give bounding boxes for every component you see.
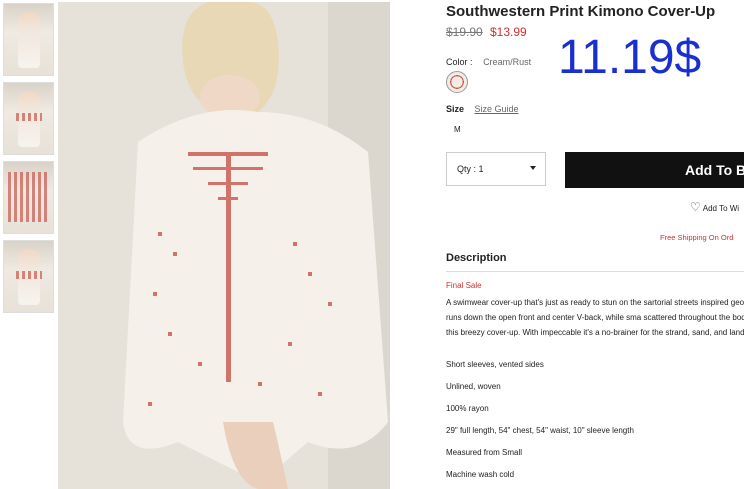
color-value: Cream/Rust <box>483 57 532 67</box>
detail-item: Measured from Small <box>446 448 523 457</box>
detail-item: 29" full length, 54" chest, 54" waist, 1… <box>446 426 634 435</box>
heart-icon: ♡ <box>690 200 701 214</box>
wishlist-link[interactable]: ♡ Add To Wi <box>690 200 739 214</box>
thumbnail-pattern <box>16 271 42 279</box>
chevron-down-icon <box>530 166 536 170</box>
description-paragraph: A swimwear cover-up that's just as ready… <box>446 298 744 337</box>
divider <box>446 271 744 272</box>
quantity-select[interactable]: Qty : 1 <box>446 152 546 186</box>
color-separator: : <box>470 57 473 67</box>
color-row: Color : Cream/Rust <box>446 57 531 67</box>
sale-price: $13.99 <box>490 25 527 39</box>
original-price: $19.90 <box>446 25 483 39</box>
wishlist-label: Add To Wi <box>702 204 740 213</box>
final-sale-label: Final Sale <box>446 281 482 290</box>
color-label: Color <box>446 57 468 67</box>
thumbnail-3[interactable] <box>3 161 54 234</box>
overlay-price-annotation: 11.19$ <box>558 31 702 84</box>
size-guide-link[interactable]: Size Guide <box>475 104 519 114</box>
thumbnail-4[interactable] <box>3 240 54 313</box>
thumbnail-2[interactable] <box>3 82 54 155</box>
quantity-label: Qty : 1 <box>457 164 484 174</box>
color-swatch[interactable] <box>446 71 468 93</box>
product-photo-illustration <box>58 2 390 489</box>
thumbnail-1[interactable] <box>3 3 54 76</box>
thumbnail-list <box>3 3 54 319</box>
size-option-m[interactable]: M <box>454 125 461 134</box>
thumbnail-pattern <box>8 172 48 222</box>
add-to-bag-button[interactable]: Add To B <box>565 152 744 188</box>
detail-item: Unlined, woven <box>446 382 501 391</box>
size-row: Size Size Guide <box>446 104 519 114</box>
main-product-image[interactable] <box>58 2 390 489</box>
thumbnail-pattern <box>16 113 42 121</box>
detail-item: Short sleeves, vented sides <box>446 360 544 369</box>
size-label: Size <box>446 104 465 114</box>
description-heading: Description <box>446 252 507 264</box>
thumbnail-figure <box>18 12 40 68</box>
detail-item: 100% rayon <box>446 404 489 413</box>
product-title: Southwestern Print Kimono Cover-Up <box>446 3 716 20</box>
free-shipping-notice: Free Shipping On Ord <box>660 233 734 242</box>
detail-item: Machine wash cold <box>446 470 515 479</box>
